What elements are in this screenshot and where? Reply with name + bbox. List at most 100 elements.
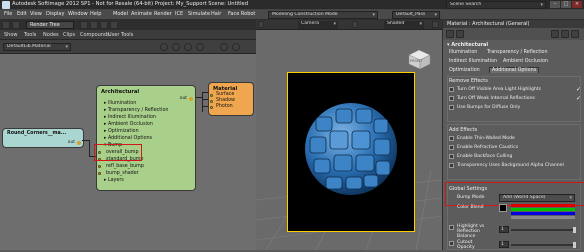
arch-row-additional[interactable]: ▸ Additional Options	[97, 135, 195, 142]
viewport-letter-icon[interactable]	[258, 21, 264, 28]
tab-ambient[interactable]: Ambient Occlusion	[503, 59, 548, 64]
arch-row-ambient[interactable]: ▸ Ambient Occlusion	[97, 121, 195, 128]
view-cube[interactable]: FRONT	[406, 48, 432, 70]
cutout-opacity-value[interactable]: 1	[499, 241, 509, 248]
photon-port[interactable]	[210, 105, 213, 109]
menu-ice[interactable]: ICE	[175, 11, 183, 17]
menu-hair[interactable]: Hair	[211, 11, 221, 17]
close-icon[interactable]: ×	[572, 1, 582, 8]
menu-display[interactable]: Display	[46, 11, 64, 17]
zoom-icon[interactable]	[160, 43, 168, 51]
shadow-port[interactable]	[210, 99, 213, 103]
view-cube-label: FRONT	[410, 59, 423, 63]
color-swatch[interactable]	[499, 204, 507, 212]
shading-dropdown[interactable]: Shaded	[384, 21, 424, 29]
menu-edit[interactable]: Edit	[17, 11, 27, 17]
menu-view[interactable]: View	[30, 11, 42, 17]
surface-port[interactable]	[210, 93, 213, 97]
refl-base-bump-port[interactable]	[98, 165, 101, 168]
minimize-icon[interactable]: –	[550, 1, 560, 8]
frame-icon[interactable]	[172, 43, 180, 51]
camera-dropdown[interactable]: Camera	[298, 21, 338, 29]
slider-handle[interactable]	[573, 242, 576, 248]
scene-search[interactable]: Scene Search	[446, 1, 546, 9]
slider-handle[interactable]	[573, 227, 576, 233]
window-title: Autodesk Softimage 2012 SP1 - Not for Re…	[12, 1, 249, 7]
source-out-port[interactable]	[77, 141, 81, 145]
menu-face-robot[interactable]: Face Robot	[228, 11, 255, 17]
tab-optimization[interactable]: Optimization	[449, 68, 480, 73]
menu-animate[interactable]: Animate	[131, 11, 152, 17]
material-row-photon[interactable]: Photon	[209, 104, 253, 110]
property-page: Material : Architectural (General) ▾ Arc…	[442, 20, 584, 250]
construction-mode-dropdown[interactable]: Modeling Construction Mode	[268, 11, 378, 19]
tab-illumination[interactable]: Illumination	[449, 50, 477, 55]
rt-menu-user-tools[interactable]: User Tools	[108, 32, 133, 38]
arch-row-optimization[interactable]: ▸ Optimization	[97, 128, 195, 135]
pp-section-architectural[interactable]: ▾ Architectural	[447, 42, 488, 48]
tab-indirect[interactable]: Indirect Illumination	[449, 59, 497, 64]
alpha-slider[interactable]	[511, 216, 575, 219]
forward-icon[interactable]	[90, 21, 98, 29]
rt-menu-show[interactable]: Show	[4, 32, 18, 38]
menu-render[interactable]: Render	[154, 11, 172, 17]
rt-menu-tools[interactable]: Tools	[24, 32, 36, 38]
pin-icon[interactable]	[2, 21, 10, 29]
menu-model[interactable]: Model	[113, 11, 128, 17]
frame-all-icon[interactable]	[184, 43, 192, 51]
menu-file[interactable]: File	[4, 11, 12, 17]
menu-simulate[interactable]: Simulate	[188, 11, 210, 17]
arch-row-illumination[interactable]: ▸ Illumination	[97, 100, 195, 107]
arch-row-transparency[interactable]: ▸ Transparency / Reflection	[97, 107, 195, 114]
material-selector[interactable]: DefaultLib.Material	[3, 43, 71, 51]
source-node[interactable]: Round_Corners__ma... out	[2, 128, 84, 148]
pp-toolbar	[443, 28, 584, 40]
tab-additional-options[interactable]: Additional Options	[489, 67, 540, 73]
pp-forward-icon[interactable]	[456, 30, 464, 38]
menu-window[interactable]: Window	[68, 11, 88, 17]
architectural-node[interactable]: Architectural out ▸ Illumination ▸ Trans…	[96, 85, 196, 191]
arch-row-refl-base-bump[interactable]: refl_base_bump	[97, 163, 195, 170]
rt-menu-nodes[interactable]: Nodes	[43, 32, 59, 38]
remove-effects-title: Remove Effects	[449, 78, 488, 84]
rt-menu-compounds[interactable]: Compounds	[80, 32, 110, 38]
green-slider[interactable]	[511, 208, 575, 211]
back-icon[interactable]	[80, 21, 88, 29]
refresh-icon[interactable]	[100, 21, 108, 29]
menu-help[interactable]: Help	[90, 11, 101, 17]
bump-mode-dropdown[interactable]: Add (World Space)	[499, 194, 575, 202]
render-region[interactable]	[287, 72, 415, 232]
pp-title-bar: Material : Architectural (General)	[443, 20, 584, 28]
pp-lock-icon[interactable]	[551, 30, 559, 38]
arch-row-indirect[interactable]: ▸ Indirect Illumination	[97, 114, 195, 121]
blue-slider[interactable]	[511, 212, 575, 215]
eye-icon[interactable]	[352, 21, 358, 28]
3d-viewport[interactable]: FRONT	[256, 30, 442, 250]
bump-shader-port[interactable]	[98, 172, 101, 175]
layout-icon[interactable]	[12, 21, 20, 29]
source-node-out: out	[67, 140, 75, 145]
cutout-opacity-slider[interactable]	[511, 244, 575, 246]
pp-help-icon[interactable]	[571, 30, 579, 38]
arch-row-bump-shader[interactable]: bump_shader	[97, 170, 195, 177]
color-blend-label: Color Blend	[457, 205, 484, 210]
render-tree-canvas[interactable]: Round_Corners__ma... out Architectural o…	[0, 54, 256, 250]
rt-menu-clips[interactable]: Clips	[63, 32, 75, 38]
title-bar: Autodesk Softimage 2012 SP1 - Not for Re…	[0, 0, 584, 10]
pass-dropdown[interactable]: Default_Pass	[392, 11, 440, 19]
render-tree-header: Render Tree	[0, 20, 256, 30]
material-node[interactable]: Material Surface Shadow Photon	[208, 82, 254, 116]
pp-refresh-icon[interactable]	[561, 30, 569, 38]
red-slider[interactable]	[511, 204, 575, 207]
tab-transparency[interactable]: Transparency / Reflection	[487, 50, 548, 55]
preview-icon[interactable]	[196, 43, 204, 51]
lock-icon[interactable]	[110, 21, 118, 29]
maximize-icon[interactable]: □	[561, 1, 571, 8]
pp-back-icon[interactable]	[446, 30, 454, 38]
refresh-preview-icon[interactable]	[220, 43, 228, 51]
arch-row-layers[interactable]: ▸ Layers	[97, 177, 195, 184]
settings-icon[interactable]	[232, 43, 240, 51]
highlight-balance-slider[interactable]	[511, 229, 575, 231]
highlight-balance-value[interactable]: 1	[499, 226, 509, 233]
maximize-viewport-icon[interactable]	[432, 21, 439, 28]
